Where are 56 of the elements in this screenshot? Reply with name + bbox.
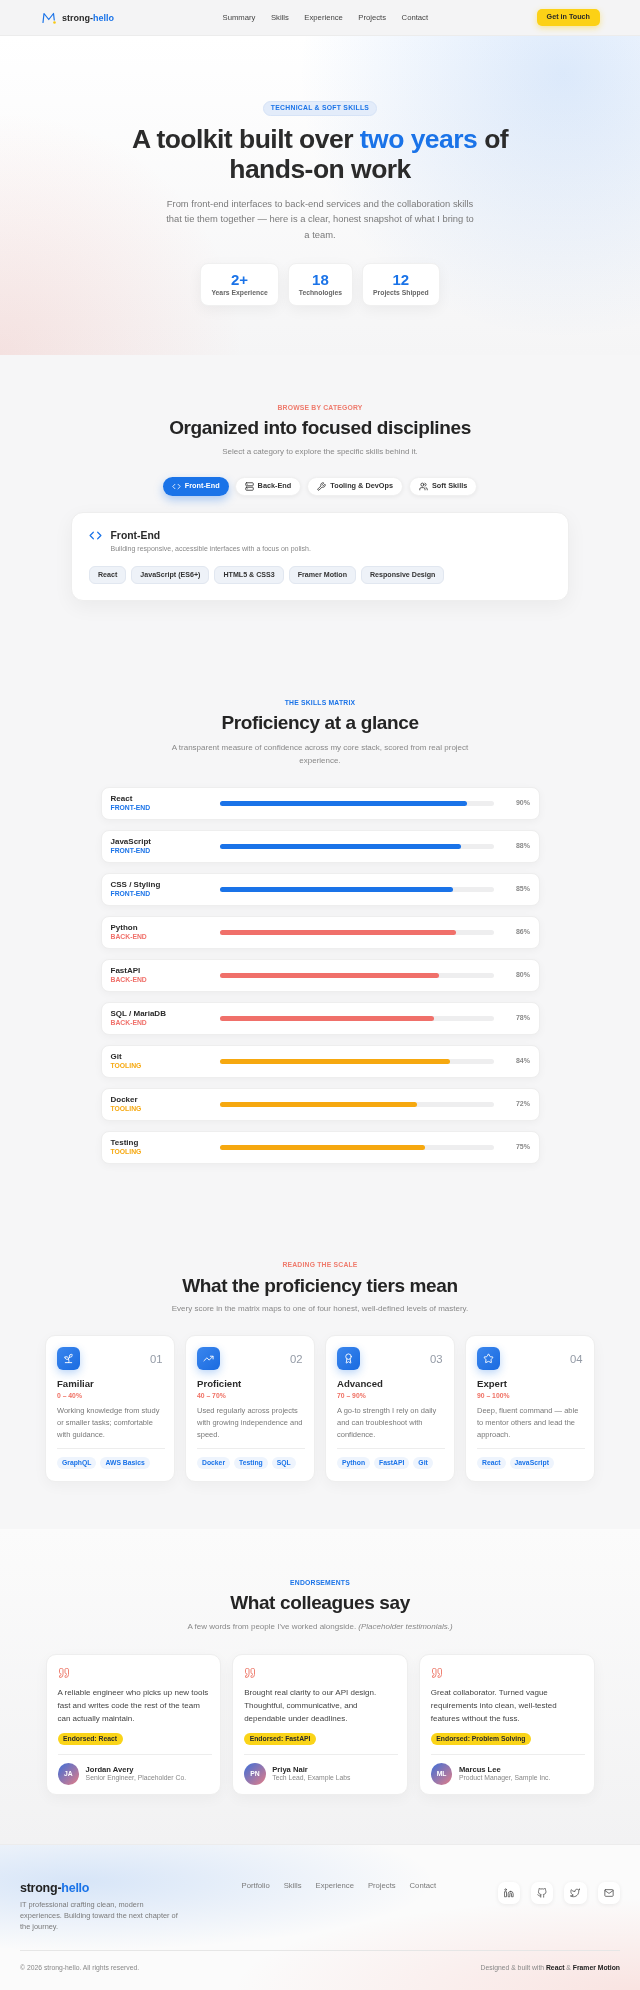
- testimonial-quote: Great collaborator. Turned vague requirements into clean, well-tested features without the fuss.: [430, 1686, 558, 1725]
- social-link-button[interactable]: [530, 1881, 554, 1905]
- wrench-icon: [317, 482, 327, 491]
- section-subtitle: Every score in the matrix maps to one of four honest, well-defined levels of mastery.: [171, 1303, 469, 1316]
- tier-number: 03: [429, 1351, 443, 1366]
- quote-icon: [244, 1667, 257, 1680]
- section-heading: Proficiency at a glance: [221, 711, 419, 736]
- section-heading: What the proficiency tiers mean: [182, 1274, 458, 1299]
- users-icon: [418, 482, 428, 491]
- stat-value: 12: [392, 271, 410, 288]
- panel-title: Front-End: [110, 529, 161, 543]
- skill-name: Git: [110, 1052, 123, 1063]
- skill-name: Docker: [110, 1095, 139, 1106]
- quote-icon: [430, 1667, 443, 1680]
- stat-value: 18: [312, 271, 329, 288]
- trend-up-icon: [197, 1347, 220, 1371]
- twitter-icon: [570, 1887, 581, 1898]
- tier-number: 04: [569, 1351, 583, 1366]
- star-icon: [477, 1347, 500, 1371]
- skill-name: Testing: [110, 1138, 140, 1149]
- footer-logo-text[interactable]: strong-hello: [20, 1880, 242, 1897]
- skill-name: FastAPI: [110, 966, 142, 977]
- logo-icon: [42, 11, 56, 24]
- mail-icon: [603, 1887, 614, 1898]
- sprout-icon: [57, 1347, 80, 1371]
- tier-title: Expert: [477, 1378, 508, 1391]
- skill-name: CSS / Styling: [110, 880, 162, 891]
- tier-number: 01: [149, 1351, 163, 1366]
- github-icon: [537, 1887, 548, 1898]
- tier-title: Advanced: [337, 1378, 384, 1391]
- linkedin-icon: [503, 1887, 514, 1898]
- quote-icon: [57, 1667, 70, 1680]
- skill-name: JavaScript: [110, 837, 152, 848]
- skill-name: React: [110, 794, 134, 805]
- stat-value: 2+: [231, 271, 249, 288]
- section-subtitle: Select a category to explore the specific skills behind it.: [222, 445, 418, 458]
- hero-subtitle: From front-end interfaces to back-end services and the collaboration skills that tie them together — here is a clear, honest snapshot of what I bring to a team.: [165, 196, 475, 242]
- testimonial-quote: Brought real clarity to our API design. Thoughtful, communicative, and dependable under deadlines.: [244, 1686, 378, 1725]
- section-subtitle: A transparent measure of confidence across my core stack, scored from real project experience.: [170, 741, 470, 767]
- social-link-button[interactable]: [564, 1881, 587, 1905]
- logo-text[interactable]: strong-hello: [62, 11, 114, 24]
- server-icon: [244, 482, 254, 491]
- tier-title: Familiar: [57, 1378, 95, 1391]
- section-heading: What colleagues say: [230, 1591, 410, 1616]
- testimonial-quote: A reliable engineer who picks up new tools fast and writes code the rest of the team can actually maintain.: [57, 1686, 210, 1725]
- hero-heading: A toolkit built over two years of hands-on work: [130, 123, 510, 184]
- award-ribbon-icon: [337, 1347, 360, 1371]
- tier-number: 02: [289, 1351, 303, 1366]
- social-link-button[interactable]: [497, 1881, 521, 1905]
- code-icon: [171, 482, 181, 491]
- section-heading: Organized into focused disciplines: [169, 416, 471, 440]
- section-subtitle: A few words from people I've worked alongside. (Placeholder testimonials.): [187, 1621, 453, 1634]
- skill-name: Python: [110, 923, 139, 934]
- social-link-button[interactable]: [597, 1881, 620, 1905]
- skill-name: SQL / MariaDB: [110, 1009, 167, 1020]
- tier-title: Proficient: [197, 1378, 243, 1391]
